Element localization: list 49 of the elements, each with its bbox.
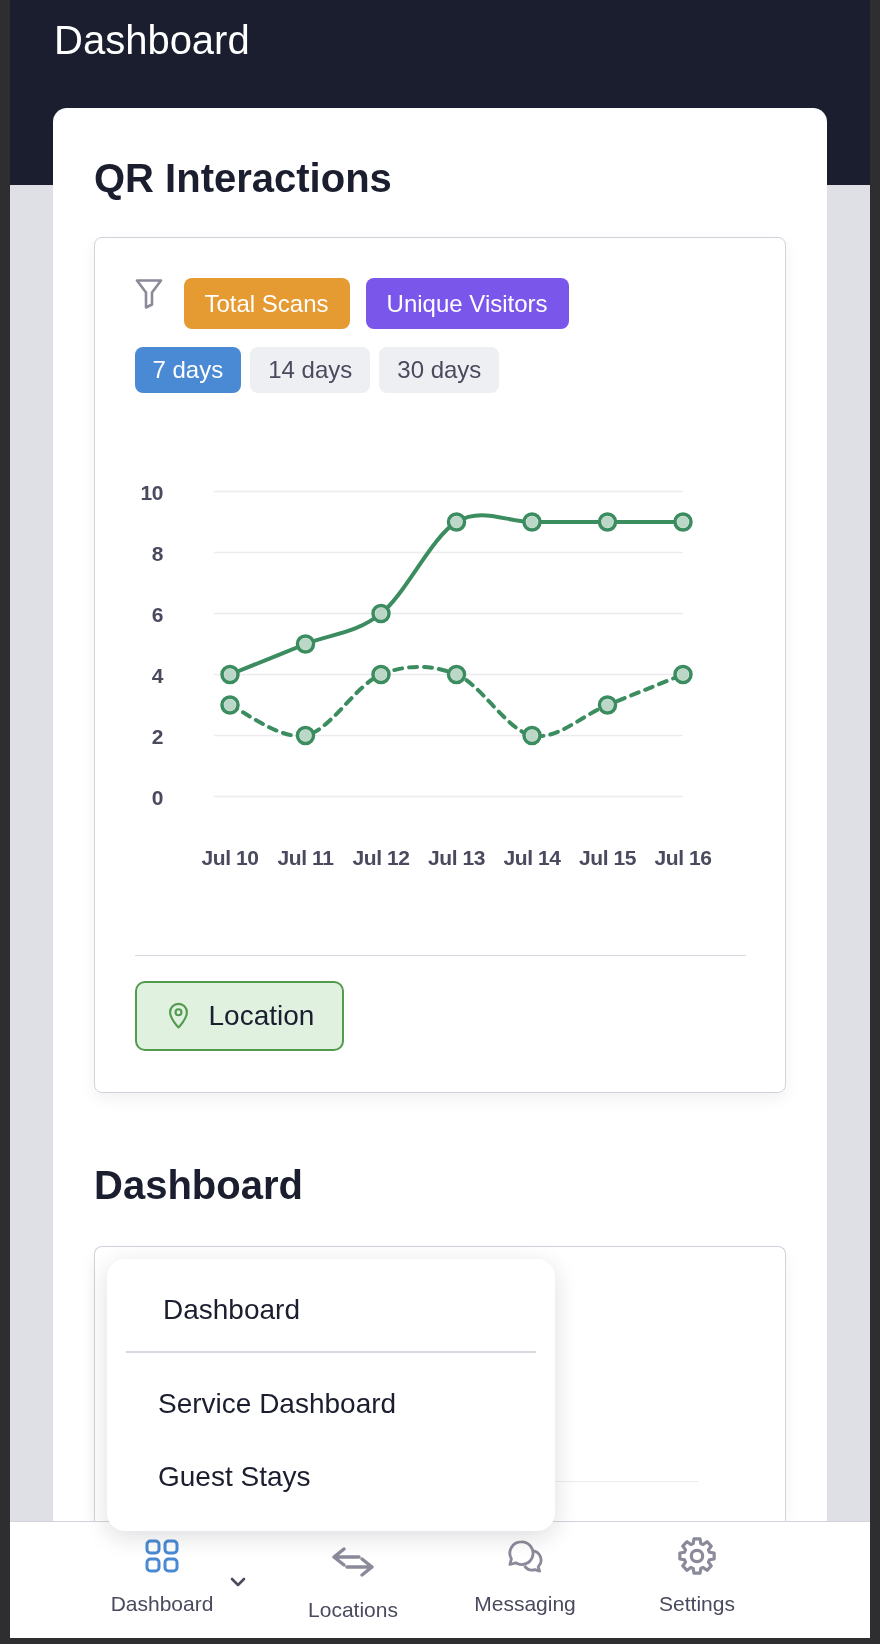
x-axis-label: Jul 15 bbox=[578, 845, 636, 869]
x-axis-label: Jul 10 bbox=[200, 845, 259, 869]
data-point bbox=[672, 511, 693, 532]
nav-tab[interactable]: Settings bbox=[659, 1522, 735, 1616]
menu-item[interactable]: Guest Stays bbox=[107, 1445, 555, 1508]
data-point bbox=[597, 694, 617, 715]
x-axis-label: Jul 14 bbox=[502, 845, 561, 869]
nav-tab[interactable]: Locations bbox=[308, 1522, 398, 1622]
data-point bbox=[597, 511, 617, 532]
y-axis-label: 8 bbox=[151, 541, 163, 564]
section-heading: QR Interactions bbox=[94, 156, 392, 200]
y-axis-label: 6 bbox=[151, 602, 163, 625]
y-axis-label: 2 bbox=[151, 724, 163, 747]
x-axis-label: Jul 11 bbox=[277, 845, 333, 869]
settings-icon bbox=[678, 1536, 716, 1575]
page-title: Dashboard bbox=[54, 17, 250, 64]
data-point bbox=[521, 511, 542, 532]
location-button[interactable]: Location bbox=[134, 980, 345, 1051]
x-axis-label: Jul 12 bbox=[351, 845, 410, 869]
period-button[interactable]: 30 days bbox=[379, 346, 500, 393]
menu-item[interactable]: Dashboard bbox=[107, 1280, 555, 1340]
y-axis-label: 4 bbox=[151, 663, 163, 686]
period-button[interactable]: 7 days bbox=[134, 346, 242, 393]
data-point bbox=[219, 694, 240, 715]
map-pin-icon bbox=[167, 1002, 189, 1029]
nav-tab[interactable]: Dashboard bbox=[110, 1522, 214, 1616]
filter-icon[interactable] bbox=[134, 277, 163, 309]
series-filter-chip[interactable]: Unique Visitors bbox=[365, 277, 569, 329]
y-axis-label: 0 bbox=[151, 785, 163, 808]
data-point bbox=[370, 603, 391, 623]
data-point bbox=[521, 725, 542, 745]
data-point bbox=[672, 664, 693, 684]
period-button[interactable]: 14 days bbox=[250, 346, 371, 393]
chevron-down-icon[interactable] bbox=[230, 1577, 246, 1587]
data-point bbox=[295, 633, 315, 654]
y-axis-label: 10 bbox=[139, 480, 163, 503]
data-point bbox=[219, 664, 240, 684]
data-point bbox=[446, 664, 466, 684]
section-heading: Dashboard bbox=[94, 1163, 303, 1207]
chat-bubbles-icon bbox=[507, 1538, 543, 1573]
swap-arrows-icon bbox=[331, 1546, 375, 1578]
nav-tab[interactable]: Messaging bbox=[474, 1522, 576, 1616]
grid-icon bbox=[145, 1538, 179, 1573]
data-point bbox=[370, 664, 391, 684]
data-point bbox=[295, 725, 315, 745]
x-axis-label: Jul 13 bbox=[427, 845, 485, 869]
data-point bbox=[446, 511, 466, 532]
x-axis-label: Jul 16 bbox=[653, 845, 712, 869]
menu-item[interactable]: Service Dashboard bbox=[107, 1372, 555, 1435]
